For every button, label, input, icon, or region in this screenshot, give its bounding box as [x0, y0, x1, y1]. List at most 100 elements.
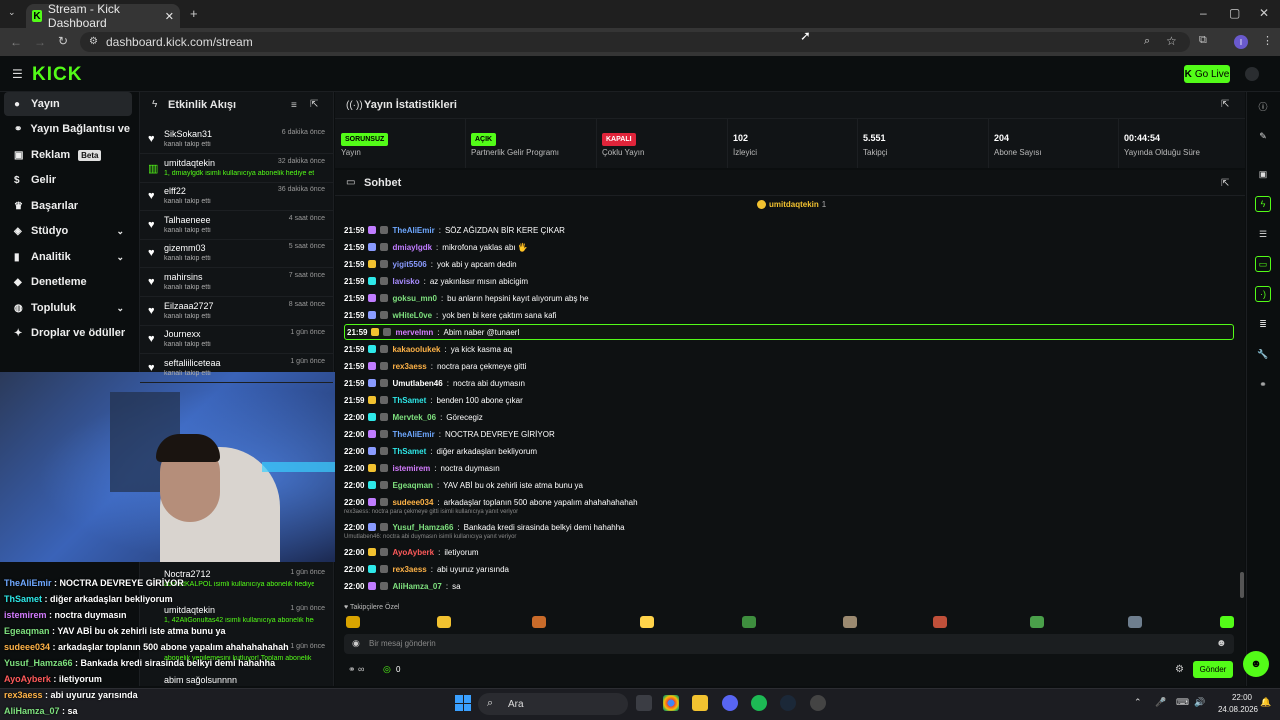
activity-item[interactable]: ♥ seftaliiliceteaa kanalı takip etti 1 gün …	[140, 355, 333, 383]
chat-scrollbar[interactable]	[1240, 572, 1244, 598]
chat-message[interactable]: 21:59 kakaoolukek: ya kick kasma aq	[344, 341, 1234, 357]
sidebar-item[interactable]: ⚭ Yayın Bağlantısı ve Anahtarı	[4, 117, 132, 141]
message-user[interactable]: lavisko	[392, 277, 419, 286]
send-button[interactable]: Gönder	[1193, 661, 1233, 678]
emote-icon[interactable]	[1128, 616, 1142, 628]
app-icon[interactable]	[810, 695, 826, 711]
tab-search-icon[interactable]: ⌄	[8, 7, 16, 18]
emote-icon[interactable]	[437, 616, 451, 628]
notification-icon[interactable]: 🔔	[1260, 697, 1271, 708]
browser-tab[interactable]: K Stream - Kick Dashboard ✕	[26, 2, 180, 30]
forward-icon[interactable]: →	[34, 35, 46, 49]
file-explorer-icon[interactable]	[692, 695, 708, 711]
chat-mode-icon[interactable]: ◉	[352, 638, 360, 649]
message-user[interactable]: ThSamet	[392, 447, 426, 456]
clock-time[interactable]: 22:00	[1212, 693, 1252, 702]
emote-icon[interactable]	[346, 616, 360, 628]
activity-item[interactable]: ♥ Talhaeneee kanalı takip etti 4 saat önce	[140, 212, 333, 240]
message-user[interactable]: kakaoolukek	[392, 345, 440, 354]
kick-logo[interactable]: KICK	[32, 64, 82, 86]
emote-icon[interactable]	[1030, 616, 1044, 628]
stats-toggle-icon[interactable]: ·)	[1255, 286, 1271, 302]
chat-message[interactable]: 21:59 dmiaylgdk: mikrofona yaklas abı 🖐	[344, 239, 1234, 255]
list-icon[interactable]: ☰	[1255, 226, 1271, 242]
chat-message[interactable]: 22:00 Egeaqman: YAV ABİ bu ok zehirli iste…	[344, 477, 1234, 493]
close-window-icon[interactable]: ✕	[1259, 6, 1269, 20]
new-tab-icon[interactable]: +	[190, 6, 198, 21]
emote-icon[interactable]	[933, 616, 947, 628]
chat-message[interactable]: 22:00 rex3aess: abi uyuruz yarısında	[344, 561, 1234, 577]
extensions-icon[interactable]: ⧉	[1199, 34, 1207, 47]
sidebar-item[interactable]: ◈ Stüdyo ⌄	[4, 219, 132, 243]
close-tab-icon[interactable]: ✕	[165, 10, 174, 23]
activity-toggle-icon[interactable]: ϟ	[1255, 196, 1271, 212]
emote-icon[interactable]	[1220, 616, 1234, 628]
chevron-down-icon[interactable]: ⌄	[116, 226, 124, 237]
zoom-icon[interactable]: ⌕	[1144, 35, 1150, 48]
bookmark-star-icon[interactable]: ☆	[1166, 34, 1177, 48]
support-chat-button[interactable]: ☻	[1243, 651, 1269, 677]
back-icon[interactable]: ←	[10, 35, 22, 49]
clock-date[interactable]: 24.08.2026	[1206, 705, 1258, 714]
mic-icon[interactable]: 🎤	[1155, 697, 1166, 708]
message-user[interactable]: yigit5506	[392, 260, 426, 269]
popout-chat-icon[interactable]: ⇱	[1221, 178, 1229, 189]
volume-icon[interactable]: 🔊	[1194, 697, 1205, 708]
spotify-icon[interactable]	[751, 695, 767, 711]
activity-item[interactable]: ♥ Journexx kanalı takip etti 1 gün önce	[140, 326, 333, 355]
chat-message[interactable]: 22:00 ThSamet: diğer arkadaşları bekliyoru…	[344, 443, 1234, 459]
sidebar-item[interactable]: ▣ Reklam Beta	[4, 143, 132, 167]
site-info-icon[interactable]: ⚙	[89, 36, 98, 47]
emoji-icon[interactable]: ☻	[1216, 638, 1227, 649]
chat-message[interactable]: 21:59 mervelmn: Abim naber @tunaerl	[344, 324, 1234, 340]
chat-message[interactable]: 21:59 rex3aess: noctra para çekmeye gitti	[344, 358, 1234, 374]
chat-message[interactable]: 22:00 TheAliEmir: NOCTRA DEVREYE GİRİYOR	[344, 426, 1234, 442]
task-view-icon[interactable]	[636, 695, 652, 711]
message-user[interactable]: AliHamza_07	[392, 582, 441, 591]
emote-icon[interactable]	[532, 616, 546, 628]
message-user[interactable]: rex3aess	[392, 362, 426, 371]
reload-icon[interactable]: ↻	[58, 34, 68, 48]
taskbar-search[interactable]: Ara	[478, 693, 628, 715]
chrome-icon[interactable]	[663, 695, 679, 711]
activity-item[interactable]: abim sağolsunnnn	[140, 672, 333, 686]
chat-input[interactable]	[344, 634, 1234, 654]
sidebar-item[interactable]: ▮ Analitik ⌄	[4, 245, 132, 269]
video-icon[interactable]: ▣	[1255, 166, 1271, 182]
edit-icon[interactable]: ✎	[1255, 128, 1271, 144]
chat-message[interactable]: 21:59 wHiteL0ve: yok ben bi kere çaktım sa…	[344, 307, 1234, 323]
message-user[interactable]: TheAliEmir	[392, 430, 434, 439]
emote-icon[interactable]	[843, 616, 857, 628]
emote-icon[interactable]	[640, 616, 654, 628]
popout-activity-icon[interactable]: ⇱	[310, 99, 318, 110]
message-user[interactable]: Egeaqman	[392, 481, 432, 490]
chat-message[interactable]: 21:59 ThSamet: benden 100 abone çıkar	[344, 392, 1234, 408]
chat-message[interactable]: 22:00 sudeee034: arkadaşlar toplanın 500 a…	[344, 494, 1234, 510]
activity-item[interactable]: ♥ mahirsins kanalı takip etti 7 saat önce	[140, 269, 333, 297]
steam-icon[interactable]	[780, 695, 796, 711]
message-user[interactable]: istemirem	[392, 464, 430, 473]
browser-menu-icon[interactable]: ⋮	[1262, 34, 1273, 47]
sidebar-item[interactable]: ● Yayın	[4, 92, 132, 116]
activity-item[interactable]: ♥ SikSokan31 kanalı takip etti 6 dakika önc…	[140, 126, 333, 154]
chat-toggle-icon[interactable]: ▭	[1255, 256, 1271, 272]
sidebar-item[interactable]: ◍ Topluluk ⌄	[4, 296, 132, 320]
share-icon[interactable]: ⚭	[1255, 376, 1271, 392]
stack-icon[interactable]: ≣	[1255, 316, 1271, 332]
chat-settings-link-icon[interactable]: ⚭ ∞	[348, 664, 364, 675]
sidebar-item[interactable]: ◆ Denetleme	[4, 270, 132, 294]
activity-item[interactable]: ▥ umitdaqtekin 1, dmiaylgdk isimli kullanı…	[140, 155, 333, 183]
chat-message[interactable]: 21:59 TheAliEmir: SÖZ AĞIZDAN BİR KERE ÇIK…	[344, 222, 1234, 238]
info-icon[interactable]: ⓘ	[1255, 98, 1271, 114]
chat-message[interactable]: 22:00 istemirem: noctra duymasın	[344, 460, 1234, 476]
wrench-icon[interactable]: 🔧	[1255, 346, 1271, 362]
emote-icon[interactable]	[742, 616, 756, 628]
go-live-button[interactable]: K Go Live	[1184, 65, 1230, 83]
hamburger-menu-icon[interactable]: ☰	[12, 67, 23, 81]
gear-icon[interactable]: ⚙	[1175, 664, 1184, 675]
sidebar-item[interactable]: $ Gelir	[4, 168, 132, 192]
activity-item[interactable]: ♥ elff22 kanalı takip etti 36 dakika önce	[140, 183, 333, 212]
minimize-icon[interactable]: –	[1200, 6, 1207, 20]
tray-chevron-icon[interactable]: ⌃	[1134, 697, 1142, 708]
maximize-icon[interactable]: ▢	[1229, 6, 1240, 20]
